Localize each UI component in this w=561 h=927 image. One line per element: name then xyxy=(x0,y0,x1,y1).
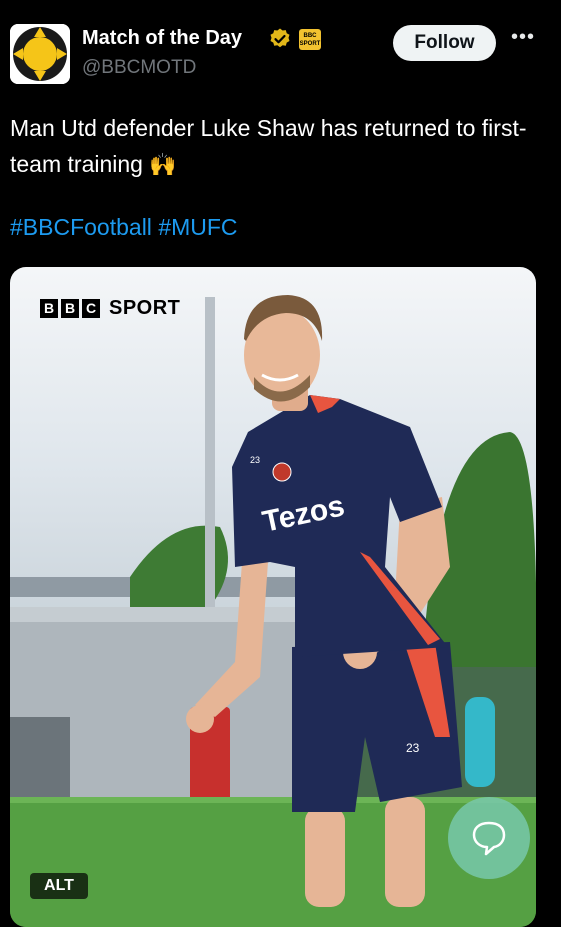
bbc-logo-letter: B xyxy=(61,298,79,318)
motd-logo-icon xyxy=(10,24,70,84)
tweet-text: Man Utd defender Luke Shaw has returned … xyxy=(10,110,550,183)
hashtag-mufc[interactable]: #MUFC xyxy=(158,214,237,240)
verified-badge-icon[interactable] xyxy=(268,27,292,51)
more-icon[interactable]: ••• xyxy=(508,27,538,52)
shirt-number-chest: 23 xyxy=(250,455,260,465)
reply-bubble-icon xyxy=(472,821,506,856)
tweet-body: Man Utd defender Luke Shaw has returned … xyxy=(10,115,527,177)
handle[interactable]: @BBCMOTD xyxy=(82,57,196,79)
display-name[interactable]: Match of the Day xyxy=(82,27,242,50)
affiliate-badge-icon[interactable]: BBC SPORT xyxy=(299,29,321,50)
hashtag-bbcfootball[interactable]: #BBCFootball xyxy=(10,214,152,240)
bbc-logo-letter: B xyxy=(40,298,58,318)
raised-hands-emoji: 🙌 xyxy=(149,152,177,177)
avatar[interactable] xyxy=(10,24,70,84)
affiliate-badge-text: BBC SPORT xyxy=(299,33,321,47)
shirt-number-shorts: 23 xyxy=(406,741,420,755)
reply-fab-button[interactable] xyxy=(448,797,530,879)
bbc-sport-logo: B B C SPORT xyxy=(40,296,181,319)
follow-button[interactable]: Follow xyxy=(393,25,496,61)
tweet-header: Match of the Day BBC SPORT @BBCMOTD Foll… xyxy=(0,0,561,100)
bbc-logo-sport: SPORT xyxy=(109,296,181,319)
alt-text-button[interactable]: ALT xyxy=(30,873,88,899)
hashtags: #BBCFootball #MUFC xyxy=(10,214,238,241)
bbc-logo-letter: C xyxy=(82,298,100,318)
